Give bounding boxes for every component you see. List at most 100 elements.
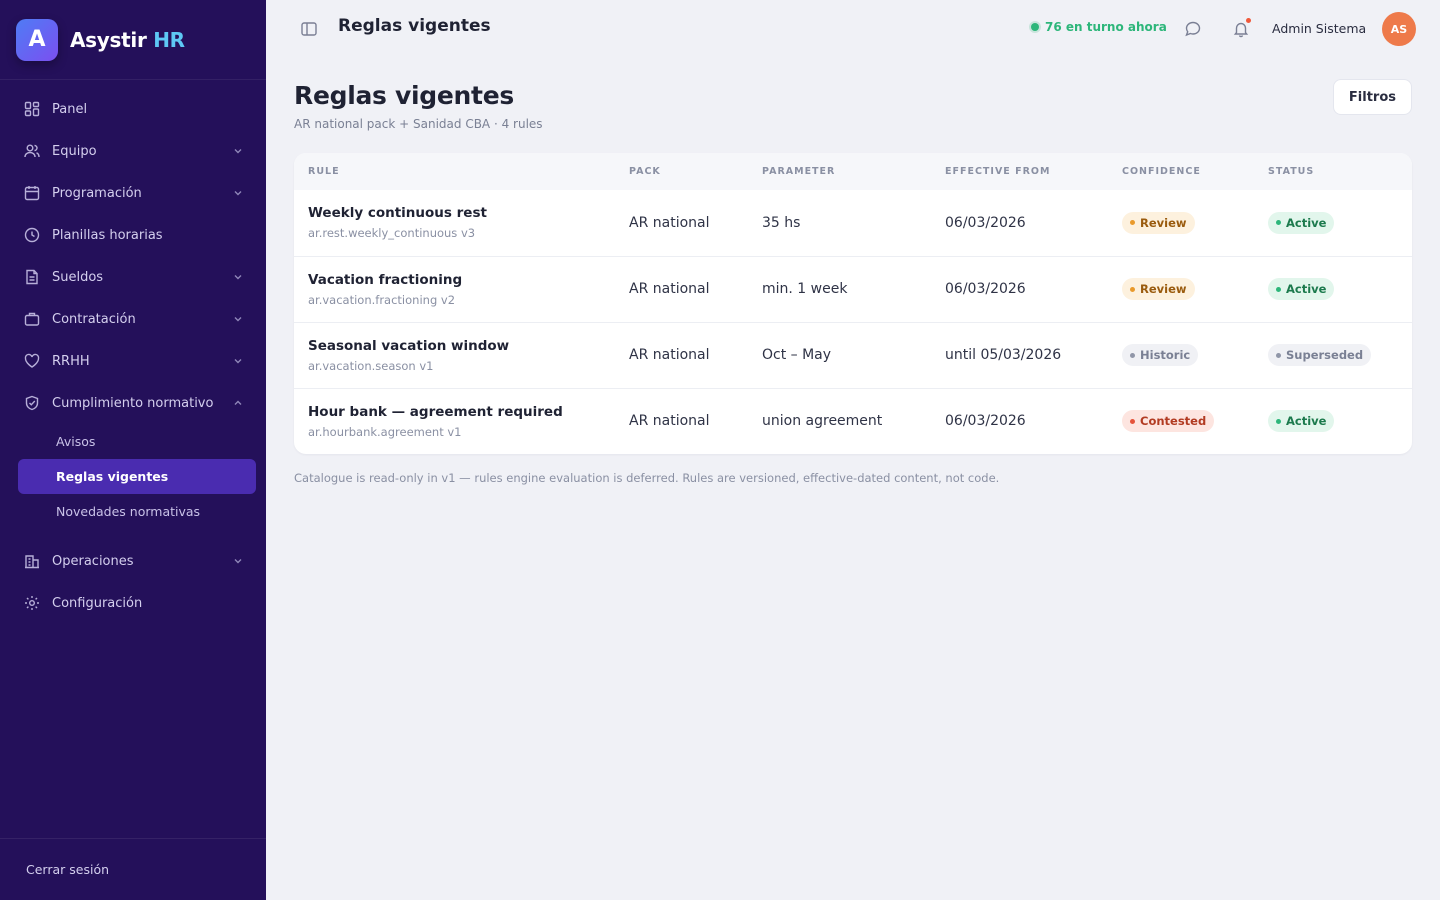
badge-label: Active (1286, 414, 1327, 429)
sidebar-item-label: Configuración (52, 595, 143, 611)
sidebar-item-label: Planillas horarias (52, 227, 163, 243)
sidebar-item-operaciones[interactable]: Operaciones (0, 540, 266, 582)
table-row[interactable]: Weekly continuous rest ar.rest.weekly_con… (294, 190, 1412, 256)
online-dot (1031, 23, 1039, 31)
sidebar-item-equipo[interactable]: Equipo (0, 130, 266, 172)
shield-icon (24, 395, 40, 411)
confidence-cell: Contested (1108, 387, 1254, 454)
document-icon (24, 269, 40, 285)
table-row[interactable]: Hour bank — agreement required ar.hourban… (294, 387, 1412, 454)
table-row[interactable]: Seasonal vacation window ar.vacation.seas… (294, 321, 1412, 388)
effective-cell: 06/03/2026 (931, 255, 1108, 322)
pack-cell: AR national (629, 214, 710, 231)
sidebar-item-label: Operaciones (52, 553, 134, 569)
badge-dot (1130, 286, 1135, 292)
rule-id: ar.rest.weekly_continuous v3 (308, 226, 476, 241)
status-badge: Active (1268, 410, 1335, 433)
status-cell: Superseded (1254, 321, 1412, 388)
parameter-cell: min. 1 week (748, 255, 931, 322)
badge-dot (1130, 418, 1135, 424)
column-header-parameter[interactable]: PARAMETER (748, 153, 931, 190)
rule-cell: Hour bank — agreement required ar.hourban… (294, 387, 615, 454)
sidebar-item-configuracion[interactable]: Configuración (0, 582, 266, 624)
confidence-cell: Review (1108, 255, 1254, 322)
badge-dot (1276, 352, 1281, 358)
sidebar-item-programacion[interactable]: Programación (0, 172, 266, 214)
chevron-down-icon[interactable] (232, 355, 244, 367)
chevron-down-icon[interactable] (232, 271, 244, 283)
user-name[interactable]: Admin Sistema (1272, 21, 1366, 36)
bell-icon[interactable] (1232, 18, 1251, 38)
status-badge: Superseded (1268, 344, 1372, 366)
status-cell: Active (1254, 190, 1412, 256)
chevron-down-icon[interactable] (232, 555, 244, 567)
chevron-down-icon[interactable] (232, 145, 244, 157)
brand-name: Asystir HR (70, 28, 185, 52)
status-cell: Active (1254, 387, 1412, 454)
pack-cell: AR national (615, 321, 748, 388)
badge-label: Review (1140, 215, 1187, 230)
sidebar-item-sueldos[interactable]: Sueldos (0, 256, 266, 298)
rule-id: ar.vacation.fractioning v2 (308, 292, 456, 307)
sidebar-item-planillas[interactable]: Planillas horarias (0, 214, 266, 256)
chevron-down-icon[interactable] (232, 313, 244, 325)
sidebar-item-contratacion[interactable]: Contratación (0, 298, 266, 340)
chevron-up-icon[interactable] (232, 397, 244, 409)
sidebar-subitem-avisos[interactable]: Avisos (0, 424, 256, 459)
building-icon (24, 553, 40, 569)
parameter-cell: Oct – May (748, 321, 931, 388)
badge-dot (1130, 352, 1135, 358)
sidebar: A Asystir HR Panel Equipo Programación P… (0, 0, 266, 900)
confidence-badge: Review (1122, 211, 1195, 234)
column-header-pack[interactable]: PACK (615, 153, 748, 190)
notification-dot (1246, 18, 1251, 23)
sidebar-item-panel[interactable]: Panel (0, 88, 266, 130)
sidebar-item-rrhh[interactable]: RRHH (0, 340, 266, 382)
sidebar-item-label: RRHH (52, 353, 90, 369)
sidebar-subitem-reglas-vigentes[interactable]: Reglas vigentes (18, 459, 256, 494)
filters-button[interactable]: Filtros (1332, 79, 1412, 115)
table-header-row: RULE PACK PARAMETER EFFECTIVE FROM CONFI… (294, 153, 1412, 190)
logout-button[interactable]: Cerrar sesión (0, 838, 266, 900)
sidebar-subitem-novedades[interactable]: Novedades normativas (0, 494, 256, 529)
badge-label: Active (1286, 282, 1327, 296)
sidebar-item-label: Sueldos (52, 269, 104, 285)
gear-icon (24, 595, 40, 611)
confidence-badge: Review (1122, 278, 1195, 300)
users-icon (24, 143, 40, 159)
badge-label: Historic (1140, 348, 1191, 362)
shift-status[interactable]: 76 en turno ahora (1031, 20, 1167, 34)
clock-icon (24, 227, 40, 243)
chat-icon[interactable] (1184, 20, 1202, 38)
sidebar-item-cumplimiento[interactable]: Cumplimiento normativo (0, 382, 266, 424)
parameter-cell: 35 hs (762, 214, 801, 231)
rule-name: Weekly continuous rest (308, 205, 487, 222)
rule-cell: Seasonal vacation window ar.vacation.seas… (294, 321, 615, 388)
grid-icon (24, 101, 40, 117)
badge-label: Contested (1140, 414, 1207, 429)
status-badge: Active (1268, 278, 1335, 300)
rules-table-card: RULE PACK PARAMETER EFFECTIVE FROM CONFI… (294, 153, 1412, 454)
table-row[interactable]: Vacation fractioning ar.vacation.fraction… (294, 255, 1412, 322)
brand[interactable]: A Asystir HR (0, 0, 266, 80)
rule-name: Hour bank — agreement required (308, 403, 563, 420)
confidence-badge: Historic (1122, 344, 1199, 366)
chevron-down-icon[interactable] (232, 187, 244, 199)
rule-name: Seasonal vacation window (308, 337, 510, 354)
column-header-rule[interactable]: RULE (294, 153, 615, 190)
rules-table: RULE PACK PARAMETER EFFECTIVE FROM CONFI… (294, 153, 1412, 454)
confidence-cell: Review (1108, 190, 1254, 256)
pack-cell: AR national (615, 255, 748, 322)
column-header-status[interactable]: STATUS (1254, 153, 1412, 190)
effective-cell: 06/03/2026 (931, 387, 1108, 454)
sidebar-item-label: Equipo (52, 143, 97, 159)
sidebar-toggle-icon[interactable] (300, 20, 318, 38)
topbar: Reglas vigentes 76 en turno ahora Admin … (266, 0, 1440, 58)
avatar[interactable]: AS (1382, 12, 1416, 46)
brand-name-text: Asystir (70, 27, 147, 52)
column-header-confidence[interactable]: CONFIDENCE (1108, 153, 1254, 190)
column-header-effective-from[interactable]: EFFECTIVE FROM (931, 153, 1108, 190)
badge-label: Review (1140, 282, 1187, 296)
effective-cell: 06/03/2026 (945, 214, 1026, 231)
rule-id: ar.vacation.season v1 (308, 358, 434, 373)
